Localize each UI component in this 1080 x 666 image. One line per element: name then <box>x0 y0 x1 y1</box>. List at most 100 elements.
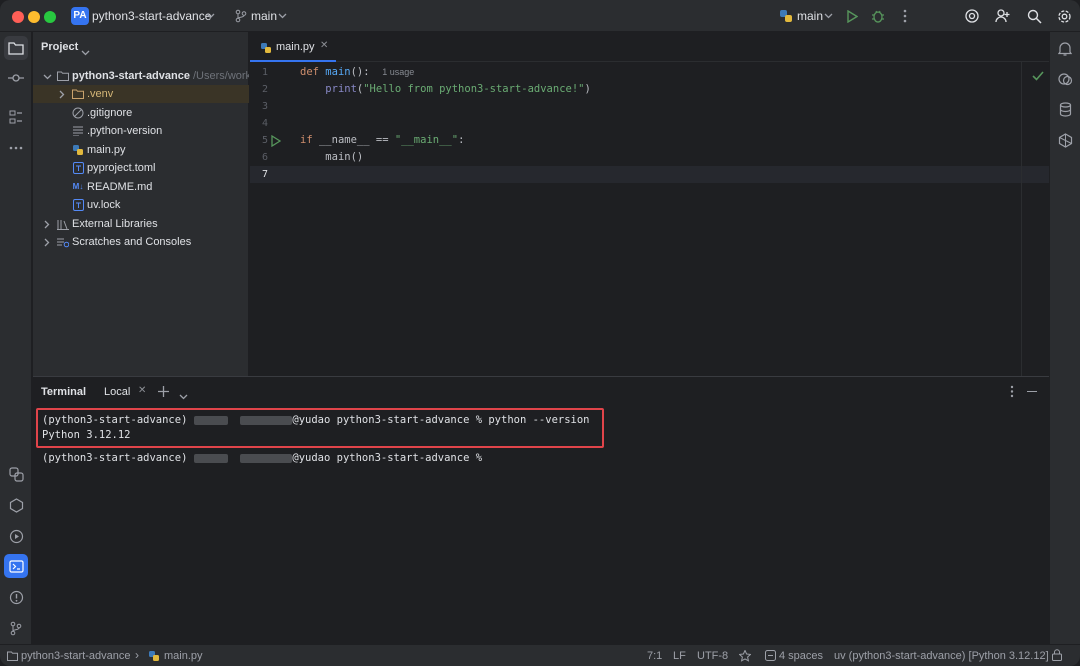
python-file-icon <box>148 650 160 665</box>
minimize-window-button[interactable] <box>28 11 40 23</box>
more-vertical-icon[interactable] <box>897 8 913 24</box>
tree-item-uv-lock[interactable]: uv.lock <box>33 196 249 214</box>
ide-window: PA python3-start-advance main main Proje… <box>0 0 1080 666</box>
line-number: 3 <box>261 101 268 112</box>
close-icon[interactable]: ✕ <box>138 385 146 396</box>
chevron-right-icon <box>44 233 50 251</box>
git-tool-icon[interactable] <box>4 616 28 640</box>
breadcrumb-file[interactable]: main.py <box>164 650 203 662</box>
line-separator[interactable]: LF <box>673 650 686 662</box>
tree-item-pyproject[interactable]: pyproject.toml <box>33 159 249 177</box>
debug-icon[interactable] <box>870 8 886 24</box>
notifications-icon[interactable] <box>1053 36 1077 60</box>
more-vertical-icon[interactable] <box>1010 385 1014 403</box>
chevron-down-icon <box>274 8 290 24</box>
tree-item-gitignore[interactable]: .gitignore <box>33 104 249 122</box>
project-tool-icon[interactable] <box>4 36 28 60</box>
folder-icon <box>57 70 69 82</box>
check-icon <box>1032 68 1044 86</box>
right-tool-strip <box>1049 32 1080 644</box>
line-number: 2 <box>261 84 268 95</box>
folder-icon <box>7 650 18 664</box>
chevron-right-icon <box>44 215 50 233</box>
python-console-icon[interactable] <box>4 462 28 486</box>
python-file-icon <box>260 41 272 59</box>
run-gutter-icon[interactable] <box>271 134 282 152</box>
ai-chat-icon[interactable] <box>1053 67 1077 91</box>
git-branch-icon <box>233 8 249 24</box>
tree-item-label: .venv <box>87 88 114 100</box>
more-tools-icon[interactable] <box>4 136 28 160</box>
ai-status-icon[interactable] <box>738 649 752 665</box>
services-icon[interactable] <box>4 524 28 548</box>
run-icon[interactable] <box>844 8 860 24</box>
terminal-tool-icon[interactable] <box>4 554 28 578</box>
sciview-icon[interactable] <box>1053 128 1077 152</box>
terminal-title: Terminal <box>41 386 87 398</box>
tab-label: main.py <box>276 41 315 53</box>
project-name-dropdown[interactable]: python3-start-advance <box>92 9 211 23</box>
chevron-down-icon <box>43 68 52 85</box>
line-number: 1 <box>261 67 268 78</box>
tree-root-row[interactable]: python3-start-advance /Users/work <box>33 67 249 85</box>
toml-file-icon <box>72 162 84 174</box>
close-window-button[interactable] <box>12 11 24 23</box>
terminal-header: Terminal Local ✕ <box>33 377 1049 407</box>
project-badge[interactable]: PA <box>71 7 89 25</box>
tree-item-label: Scratches and Consoles <box>72 236 192 248</box>
file-encoding[interactable]: UTF-8 <box>697 650 728 662</box>
project-panel: Project python3-start-advance /Users/wor… <box>33 32 249 376</box>
python-icon <box>778 8 794 24</box>
tree-scratches[interactable]: Scratches and Consoles <box>33 233 249 251</box>
interpreter-selector[interactable]: uv (python3-start-advance) [Python 3.12.… <box>834 650 1049 662</box>
zoom-window-button[interactable] <box>44 11 56 23</box>
line-number: 7 <box>261 169 268 180</box>
tree-item-venv[interactable]: .venv <box>33 85 249 103</box>
gear-icon[interactable] <box>1056 8 1072 24</box>
terminal-line-3[interactable]: (python3-start-advance) @yudao python3-s… <box>42 452 482 464</box>
project-panel-title[interactable]: Project <box>41 41 78 53</box>
search-icon[interactable] <box>1026 8 1042 24</box>
tree-item-python-version[interactable]: .python-version <box>33 122 249 140</box>
database-icon[interactable] <box>1053 97 1077 121</box>
indent-setting[interactable]: 4 spaces <box>779 650 823 662</box>
problems-icon[interactable] <box>4 585 28 609</box>
usage-hint[interactable]: 1 usage <box>382 67 414 77</box>
python-packages-icon[interactable] <box>4 493 28 517</box>
tab-main-py[interactable]: main.py ✕ <box>250 32 336 62</box>
commit-tool-icon[interactable] <box>4 66 28 90</box>
plus-icon[interactable] <box>158 384 169 402</box>
lock-icon[interactable] <box>1052 649 1062 664</box>
cursor-position[interactable]: 7:1 <box>647 650 662 662</box>
chevron-right-icon: › <box>135 648 139 662</box>
line-number: 5 <box>261 135 268 146</box>
line-number: 6 <box>261 152 268 163</box>
code-editor[interactable]: 1 2 3 4 5 6 7 def main(): 1 usage print(… <box>250 62 1049 376</box>
minimize-icon[interactable] <box>1027 391 1037 393</box>
close-icon[interactable]: ✕ <box>320 40 328 51</box>
tree-external-libraries[interactable]: External Libraries <box>33 215 249 233</box>
tab-local[interactable]: Local <box>104 386 130 398</box>
structure-tool-icon[interactable] <box>4 105 28 129</box>
redacted-block <box>240 453 293 463</box>
ignore-icon <box>72 107 84 119</box>
chevron-down-icon[interactable] <box>179 387 188 405</box>
tree-item-readme[interactable]: M↓ README.md <box>33 178 249 196</box>
tree-item-main-py[interactable]: main.py <box>33 141 249 159</box>
tree-item-label: External Libraries <box>72 218 158 230</box>
library-icon <box>57 218 69 230</box>
right-margin-guide <box>1021 62 1022 376</box>
scratches-icon <box>57 236 69 248</box>
text-file-icon <box>72 125 84 137</box>
tree-item-label: main.py <box>87 144 126 156</box>
tree-item-label: pyproject.toml <box>87 162 156 174</box>
ai-assistant-icon[interactable] <box>964 8 980 24</box>
tree-root-name: python3-start-advance <box>72 70 190 82</box>
add-user-icon[interactable] <box>995 8 1011 24</box>
line-number: 4 <box>261 118 268 129</box>
highlight-box <box>36 408 604 448</box>
markdown-file-icon: M↓ <box>72 182 84 191</box>
chevron-down-icon <box>820 8 836 24</box>
breadcrumb-project[interactable]: python3-start-advance <box>21 650 130 662</box>
left-tool-strip <box>0 32 32 644</box>
